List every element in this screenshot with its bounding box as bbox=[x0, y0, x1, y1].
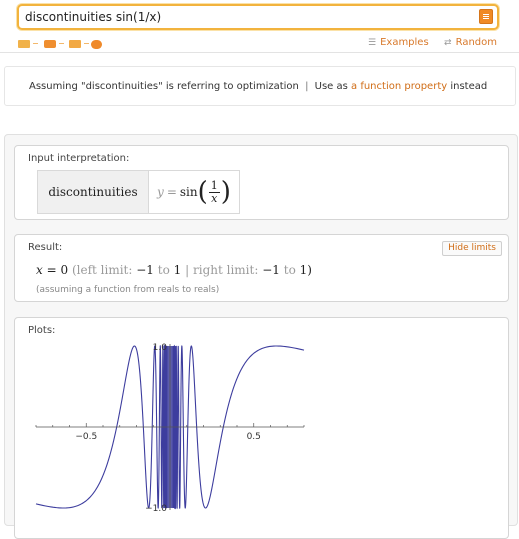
right-limit-from: −1 bbox=[262, 263, 280, 277]
header-links: ☰ Examples ⇄ Random bbox=[368, 37, 497, 48]
plots-pod: Plots: −0.5 0.5 −1.0 1.0 bbox=[14, 317, 509, 539]
assumption-bar: Assuming "discontinuities" is referring … bbox=[4, 66, 516, 106]
function-plot: −0.5 0.5−1.01.0 bbox=[35, 343, 305, 514]
results-panel: Input interpretation: discontinuities y … bbox=[4, 134, 518, 539]
function-equals: = bbox=[166, 185, 177, 199]
search-go-button[interactable] bbox=[479, 9, 493, 24]
grid-icon[interactable] bbox=[69, 40, 81, 48]
y-tick-label: 1.0 bbox=[153, 343, 168, 353]
fraction-denominator: x bbox=[211, 191, 218, 205]
examples-link[interactable]: Examples bbox=[380, 37, 429, 48]
left-limit-to: 1 bbox=[173, 263, 182, 277]
left-limit-label: (left limit: bbox=[71, 263, 133, 277]
toolbar-divider bbox=[33, 43, 38, 44]
random-link[interactable]: Random bbox=[456, 37, 497, 48]
input-interpretation-pod: Input interpretation: discontinuities y … bbox=[14, 145, 509, 220]
function-name: sin bbox=[179, 185, 198, 199]
fraction-numerator: 1 bbox=[208, 178, 220, 193]
function-y: y bbox=[157, 185, 164, 199]
function-property-link[interactable]: a function property bbox=[351, 81, 447, 92]
right-limit-label: right limit: bbox=[193, 263, 259, 277]
pod-title: Result: bbox=[28, 242, 63, 253]
list-icon: ☰ bbox=[368, 38, 377, 48]
assumption-prefix: Assuming "discontinuities" is referring … bbox=[29, 81, 299, 92]
camera-icon[interactable] bbox=[44, 40, 56, 48]
x-tick-label: −0.5 bbox=[75, 432, 97, 442]
shuffle-icon: ⇄ bbox=[444, 38, 452, 48]
to-word: to bbox=[283, 263, 296, 277]
search-box[interactable] bbox=[17, 4, 499, 30]
search-input[interactable] bbox=[25, 8, 465, 26]
toolbar-divider bbox=[59, 43, 64, 44]
pod-title: Input interpretation: bbox=[28, 153, 130, 164]
result-pod: Result: Hide limits x = 0 (left limit: −… bbox=[14, 234, 509, 302]
search-section: ☰Examples ⇄ Random bbox=[0, 0, 519, 53]
right-limit-to: 1) bbox=[299, 263, 312, 277]
assumption-separator: | bbox=[305, 81, 309, 92]
x-tick-label: 0.5 bbox=[247, 432, 261, 442]
hide-limits-button[interactable]: Hide limits bbox=[442, 241, 502, 256]
result-variable: x bbox=[36, 263, 43, 277]
result-value: = 0 bbox=[46, 263, 69, 277]
interpretation-property: discontinuities bbox=[38, 171, 149, 213]
limit-separator: | bbox=[185, 263, 190, 277]
interpretation-table: discontinuities y = sin ( 1 x ) bbox=[37, 170, 240, 214]
result-note: (assuming a function from reals to reals… bbox=[36, 285, 220, 295]
close-paren: ) bbox=[220, 177, 231, 207]
fraction: 1 x bbox=[208, 178, 220, 205]
to-word: to bbox=[157, 263, 170, 277]
assumption-use-as: Use as bbox=[314, 81, 348, 92]
result-expression: x = 0 (left limit: −1 to 1 | right limit… bbox=[36, 263, 312, 277]
open-paren: ( bbox=[197, 177, 208, 207]
toolbar-divider bbox=[84, 43, 89, 44]
assumption-suffix: instead bbox=[450, 81, 488, 92]
interpretation-function: y = sin ( 1 x ) bbox=[149, 171, 239, 213]
keyboard-icon[interactable] bbox=[18, 40, 30, 48]
upload-icon[interactable] bbox=[91, 40, 102, 49]
assumption-text: Assuming "discontinuities" is referring … bbox=[29, 81, 487, 92]
left-limit-from: −1 bbox=[136, 263, 154, 277]
